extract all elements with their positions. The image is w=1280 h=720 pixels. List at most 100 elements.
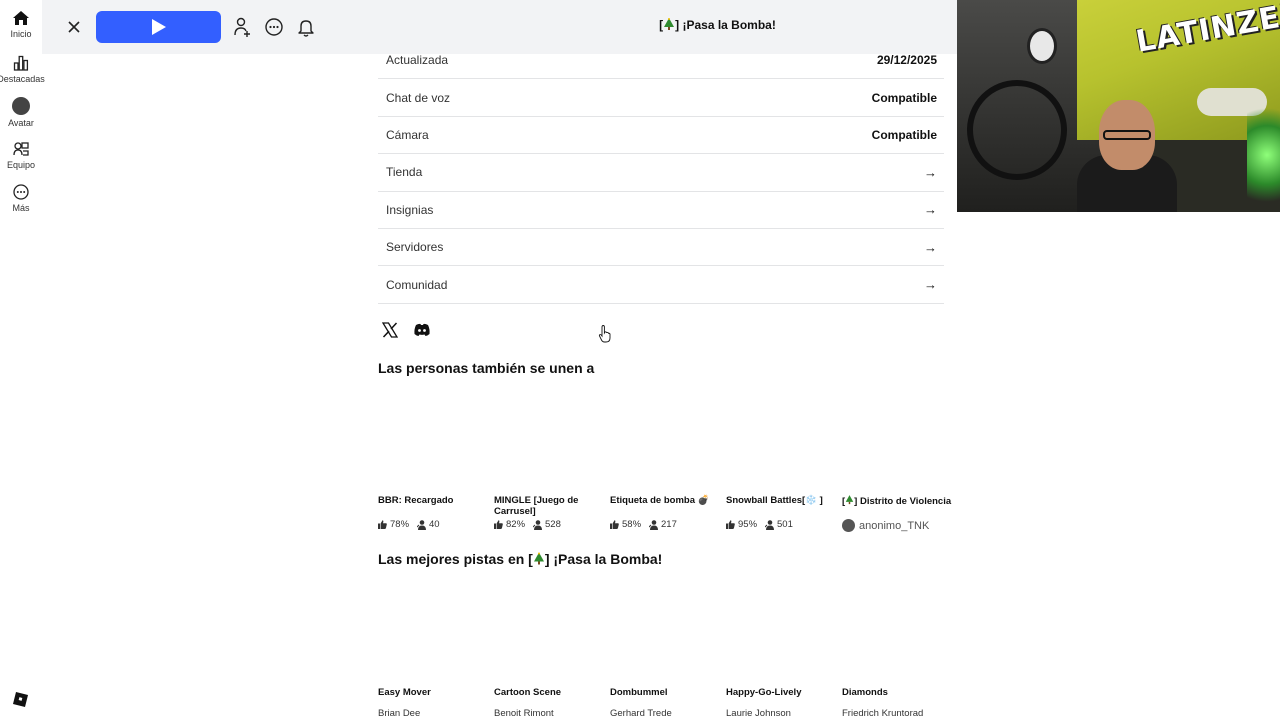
chart-icon xyxy=(13,55,29,71)
nav-label: Más xyxy=(12,203,30,213)
info-label: Chat de voz xyxy=(386,90,451,105)
nav-label: Destacadas xyxy=(0,74,45,84)
game-rating: 78% xyxy=(390,519,410,530)
track-name: Dombummel xyxy=(610,687,668,698)
info-row-servers[interactable]: Servidores → xyxy=(378,229,944,267)
info-row-community[interactable]: Comunidad → xyxy=(378,266,944,304)
x-link[interactable] xyxy=(381,322,402,340)
track-name: Easy Mover xyxy=(378,687,431,698)
game-stats: 95% 501 xyxy=(726,519,793,530)
play-icon xyxy=(151,19,166,35)
arrow-right-icon: → xyxy=(924,239,937,255)
players-icon xyxy=(417,519,427,530)
game-card-text: Snowball Battles[❄️ ] 95% 501 xyxy=(726,495,836,530)
game-card-text: MINGLE [Juego de Carrusel] 82% 528 xyxy=(494,495,604,530)
arrow-right-icon: → xyxy=(924,277,937,293)
helmet xyxy=(1027,28,1057,64)
info-label: Cámara xyxy=(386,127,429,142)
info-label: Comunidad xyxy=(386,277,448,292)
game-card[interactable]: [] Distrito de Violencia anonimo_TNK xyxy=(842,398,952,532)
roblox-logo-icon[interactable] xyxy=(13,692,28,712)
track-item[interactable]: Dombummel Gerhard Trede xyxy=(610,687,720,719)
info-row-updated: Actualizada 29/12/2025 xyxy=(378,42,944,80)
game-creator: anonimo_TNK xyxy=(842,519,929,532)
nav-label: Avatar xyxy=(8,118,34,128)
more-options-button[interactable] xyxy=(263,16,285,38)
game-card[interactable]: Etiqueta de bomba 💣 58% 217 xyxy=(610,398,720,530)
home-icon xyxy=(13,11,29,25)
track-artist: Brian Dee xyxy=(378,708,421,719)
game-name: BBR: Recargado xyxy=(378,495,454,506)
nav-item-inicio[interactable]: Inicio xyxy=(0,10,42,39)
game-card-text: [] Distrito de Violencia anonimo_TNK xyxy=(842,495,952,532)
thumbs-up-icon xyxy=(378,520,387,529)
nav-item-avatar[interactable]: Avatar xyxy=(0,97,42,128)
nav-item-mas[interactable]: Más xyxy=(0,184,42,213)
page: Inicio Destacadas Avatar Equipo Más [] … xyxy=(0,0,1280,720)
x-icon xyxy=(381,322,399,338)
left-nav: Inicio Destacadas Avatar Equipo Más xyxy=(0,0,45,720)
track-item[interactable]: Easy Mover Brian Dee xyxy=(378,687,488,719)
notify-button[interactable] xyxy=(295,16,317,38)
game-thumbnail xyxy=(842,398,942,494)
streamer-glasses xyxy=(1103,130,1151,140)
track-artist: Laurie Johnson xyxy=(726,708,791,719)
game-card[interactable]: BBR: Recargado 78% 40 xyxy=(378,398,488,530)
game-card-text: BBR: Recargado 78% 40 xyxy=(378,495,488,530)
team-icon xyxy=(13,142,29,156)
close-button[interactable] xyxy=(64,17,84,37)
thumbs-up-icon xyxy=(494,520,503,529)
nav-label: Inicio xyxy=(10,29,32,39)
streamer xyxy=(1077,100,1177,212)
info-row-badges[interactable]: Insignias → xyxy=(378,192,944,229)
track-name: Happy-Go-Lively xyxy=(726,687,802,698)
info-value: Compatible xyxy=(871,127,937,142)
play-button[interactable] xyxy=(96,11,221,43)
info-value: Compatible xyxy=(871,90,937,105)
christmas-tree-icon xyxy=(845,495,854,505)
nav-item-equipo[interactable]: Equipo xyxy=(0,141,42,170)
info-label: Servidores xyxy=(386,240,444,255)
game-players: 528 xyxy=(545,519,561,530)
game-players: 501 xyxy=(777,519,793,530)
motorcycle-wheel xyxy=(967,80,1067,180)
arrow-right-icon: → xyxy=(924,202,937,218)
track-name: Diamonds xyxy=(842,687,888,698)
game-title: [] ¡Pasa la Bomba! xyxy=(562,18,873,32)
track-artist: Friedrich Kruntorad xyxy=(842,708,924,719)
hand-cursor-icon xyxy=(598,325,611,343)
discord-link[interactable] xyxy=(413,322,433,340)
info-row-store[interactable]: Tienda → xyxy=(378,154,944,192)
track-name: Cartoon Scene xyxy=(494,687,562,698)
game-name: MINGLE [Juego de Carrusel] xyxy=(494,495,579,517)
tracks-title-prefix: Las mejores pistas en [ xyxy=(378,551,533,567)
invite-friend-button[interactable] xyxy=(231,16,253,38)
players-icon xyxy=(533,519,543,530)
game-stats: 82% 528 xyxy=(494,519,561,530)
game-card-text: Etiqueta de bomba 💣 58% 217 xyxy=(610,495,720,530)
info-value: 29/12/2025 xyxy=(876,53,937,68)
track-item[interactable]: Happy-Go-Lively Laurie Johnson xyxy=(726,687,836,719)
bell-icon xyxy=(298,20,314,37)
game-name-suffix: ] Distrito de Violencia xyxy=(854,496,952,507)
thumbs-up-icon xyxy=(726,520,735,529)
game-card[interactable]: Snowball Battles[❄️ ] 95% 501 xyxy=(726,398,836,530)
tracks-title: Las mejores pistas en [] ¡Pasa la Bomba! xyxy=(378,551,662,567)
arrow-right-icon: → xyxy=(924,164,937,180)
game-card[interactable]: MINGLE [Juego de Carrusel] 82% 528 xyxy=(494,398,604,530)
info-label: Actualizada xyxy=(386,53,449,68)
track-item[interactable]: Diamonds Friedrich Kruntorad xyxy=(842,687,952,719)
game-rating: 95% xyxy=(738,519,758,530)
game-rating: 82% xyxy=(506,519,526,530)
more-icon xyxy=(13,184,29,200)
nav-label: Equipo xyxy=(6,160,36,170)
game-name: [] Distrito de Violencia xyxy=(842,495,952,507)
game-thumbnail xyxy=(726,398,826,494)
track-artist: Benoit Rimont xyxy=(494,708,554,719)
person-add-icon xyxy=(234,17,250,37)
nav-item-destacadas[interactable]: Destacadas xyxy=(0,55,45,84)
game-stats: 78% 40 xyxy=(378,519,440,530)
players-icon xyxy=(649,519,659,530)
game-thumbnail xyxy=(610,398,710,494)
track-item[interactable]: Cartoon Scene Benoit Rimont xyxy=(494,687,604,719)
